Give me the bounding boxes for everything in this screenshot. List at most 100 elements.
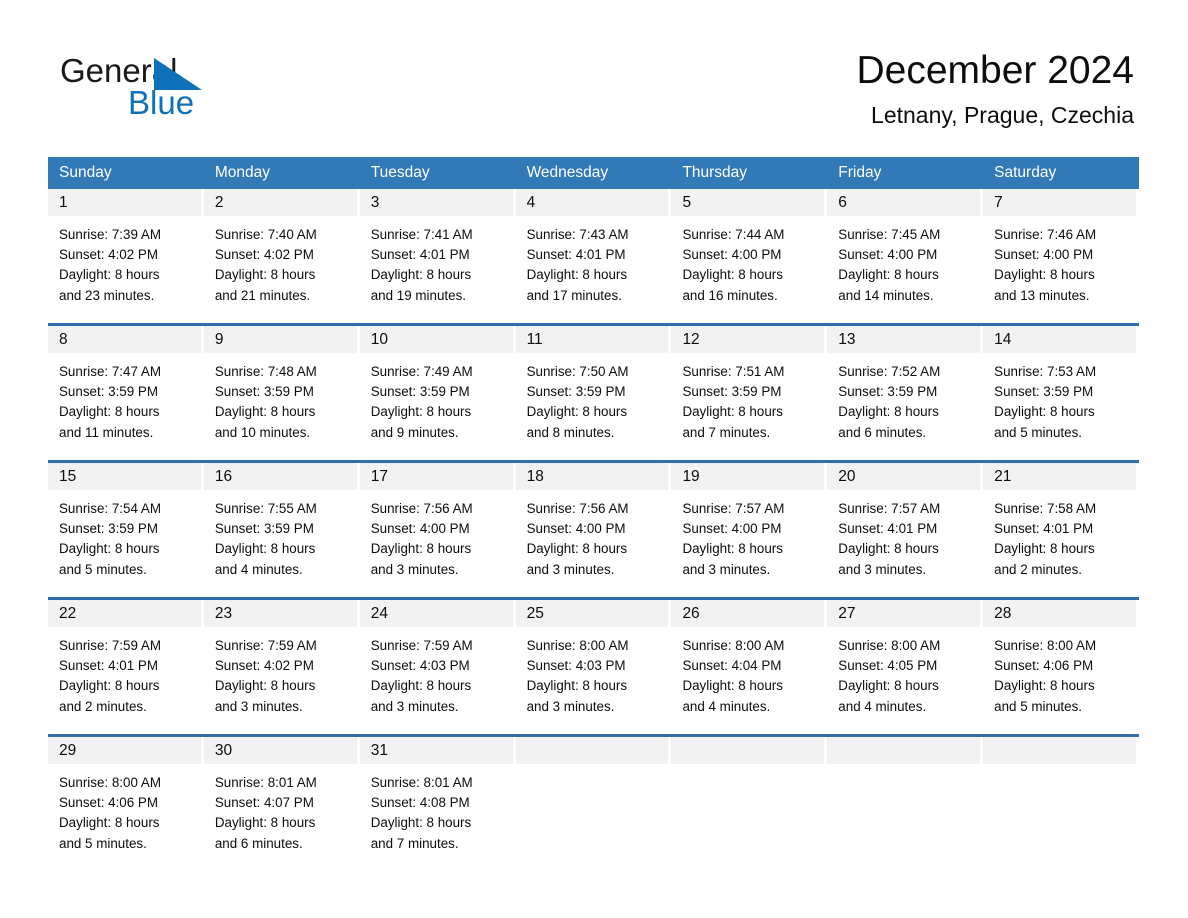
day-cell[interactable]: 11 Sunrise: 7:50 AM Sunset: 3:59 PM Dayl… bbox=[515, 326, 672, 448]
day-number: 29 bbox=[59, 742, 77, 759]
sunrise-text: Sunrise: 7:49 AM bbox=[370, 364, 473, 379]
sunrise-text: Sunrise: 7:55 AM bbox=[214, 501, 317, 516]
day-cell[interactable]: 31 Sunrise: 8:01 AM Sunset: 4:08 PM Dayl… bbox=[359, 737, 516, 859]
day-cell[interactable]: 26 Sunrise: 8:00 AM Sunset: 4:04 PM Dayl… bbox=[671, 600, 827, 722]
day-number-band bbox=[983, 737, 1137, 764]
day-cell[interactable]: 23 Sunrise: 7:59 AM Sunset: 4:02 PM Dayl… bbox=[203, 600, 360, 722]
location-subtitle: Letnany, Prague, Czechia bbox=[871, 102, 1134, 128]
day-details: Sunrise: 8:00 AM Sunset: 4:06 PM Dayligh… bbox=[983, 627, 1139, 722]
sunset-text: Sunset: 4:01 PM bbox=[59, 658, 158, 674]
day-details bbox=[827, 764, 983, 859]
day-number: 14 bbox=[994, 331, 1012, 348]
day-cell[interactable]: 1 Sunrise: 7:39 AM Sunset: 4:02 PM Dayli… bbox=[48, 189, 204, 311]
day-cell[interactable]: 4 Sunrise: 7:43 AM Sunset: 4:01 PM Dayli… bbox=[515, 189, 672, 311]
day-cell[interactable]: 3 Sunrise: 7:41 AM Sunset: 4:01 PM Dayli… bbox=[359, 189, 516, 311]
sunrise-text: Sunrise: 8:01 AM bbox=[370, 775, 473, 790]
day-cell[interactable]: 2 Sunrise: 7:40 AM Sunset: 4:02 PM Dayli… bbox=[203, 189, 360, 311]
day-details: Sunrise: 8:00 AM Sunset: 4:04 PM Dayligh… bbox=[671, 627, 827, 722]
sunrise-text: Sunrise: 8:00 AM bbox=[526, 638, 629, 653]
week-row: 15 Sunrise: 7:54 AM Sunset: 3:59 PM Dayl… bbox=[48, 460, 1139, 585]
day-number-band: 10 bbox=[359, 326, 513, 353]
sunset-text: Sunset: 3:59 PM bbox=[370, 384, 470, 400]
title-block: December 2024 Letnany, Prague, Czechia bbox=[857, 46, 1135, 130]
daylight-text-line1: Daylight: 8 hours bbox=[59, 541, 160, 557]
day-cell[interactable]: 21 Sunrise: 7:58 AM Sunset: 4:01 PM Dayl… bbox=[983, 463, 1139, 585]
day-number-band bbox=[827, 737, 981, 764]
daylight-text-line2: and 16 minutes. bbox=[682, 287, 778, 303]
day-details: Sunrise: 8:00 AM Sunset: 4:05 PM Dayligh… bbox=[827, 627, 983, 722]
sunrise-text: Sunrise: 7:57 AM bbox=[838, 501, 941, 516]
daylight-text-line1: Daylight: 8 hours bbox=[370, 678, 472, 694]
day-cell[interactable]: 15 Sunrise: 7:54 AM Sunset: 3:59 PM Dayl… bbox=[48, 463, 204, 585]
day-cell[interactable]: 10 Sunrise: 7:49 AM Sunset: 3:59 PM Dayl… bbox=[359, 326, 516, 448]
daylight-text-line2: and 9 minutes. bbox=[370, 424, 459, 440]
day-cell[interactable]: 7 Sunrise: 7:46 AM Sunset: 4:00 PM Dayli… bbox=[983, 189, 1139, 311]
daylight-text-line1: Daylight: 8 hours bbox=[59, 267, 160, 283]
sunset-text: Sunset: 4:00 PM bbox=[682, 247, 782, 263]
daylight-text-line1: Daylight: 8 hours bbox=[526, 678, 628, 694]
day-cell[interactable]: 18 Sunrise: 7:56 AM Sunset: 4:00 PM Dayl… bbox=[515, 463, 672, 585]
day-number-band: 26 bbox=[671, 600, 825, 627]
day-details: Sunrise: 7:59 AM Sunset: 4:01 PM Dayligh… bbox=[48, 627, 204, 722]
daylight-text-line2: and 3 minutes. bbox=[214, 698, 303, 714]
day-cell[interactable]: 9 Sunrise: 7:48 AM Sunset: 3:59 PM Dayli… bbox=[203, 326, 360, 448]
day-cell[interactable]: 27 Sunrise: 8:00 AM Sunset: 4:05 PM Dayl… bbox=[827, 600, 983, 722]
day-cell[interactable]: 30 Sunrise: 8:01 AM Sunset: 4:07 PM Dayl… bbox=[203, 737, 360, 859]
daylight-text-line2: and 3 minutes. bbox=[682, 561, 771, 577]
daylight-text-line1: Daylight: 8 hours bbox=[214, 815, 316, 831]
day-number-band: 5 bbox=[671, 189, 825, 216]
daylight-text-line1: Daylight: 8 hours bbox=[994, 541, 1095, 557]
sunrise-text: Sunrise: 7:45 AM bbox=[838, 227, 941, 242]
day-cell-empty bbox=[671, 737, 827, 859]
day-cell[interactable]: 6 Sunrise: 7:45 AM Sunset: 4:00 PM Dayli… bbox=[827, 189, 983, 311]
day-cell[interactable]: 16 Sunrise: 7:55 AM Sunset: 3:59 PM Dayl… bbox=[203, 463, 360, 585]
day-number: 24 bbox=[370, 605, 388, 622]
sunset-text: Sunset: 3:59 PM bbox=[59, 521, 158, 537]
day-number-band: 25 bbox=[515, 600, 669, 627]
day-number-band: 15 bbox=[48, 463, 201, 490]
daylight-text-line1: Daylight: 8 hours bbox=[994, 267, 1095, 283]
day-cell[interactable]: 12 Sunrise: 7:51 AM Sunset: 3:59 PM Dayl… bbox=[671, 326, 827, 448]
weekday-header-row: Sunday Monday Tuesday Wednesday Thursday… bbox=[48, 157, 1139, 189]
sunset-text: Sunset: 3:59 PM bbox=[838, 384, 938, 400]
day-cell[interactable]: 20 Sunrise: 7:57 AM Sunset: 4:01 PM Dayl… bbox=[827, 463, 983, 585]
day-cell[interactable]: 19 Sunrise: 7:57 AM Sunset: 4:00 PM Dayl… bbox=[671, 463, 827, 585]
day-number: 30 bbox=[214, 742, 233, 759]
day-number: 1 bbox=[59, 194, 68, 211]
day-cell[interactable]: 5 Sunrise: 7:44 AM Sunset: 4:00 PM Dayli… bbox=[671, 189, 827, 311]
day-cell[interactable]: 8 Sunrise: 7:47 AM Sunset: 3:59 PM Dayli… bbox=[48, 326, 204, 448]
day-cell[interactable]: 13 Sunrise: 7:52 AM Sunset: 3:59 PM Dayl… bbox=[827, 326, 983, 448]
day-cell[interactable]: 29 Sunrise: 8:00 AM Sunset: 4:06 PM Dayl… bbox=[48, 737, 204, 859]
day-cell-empty bbox=[515, 737, 672, 859]
day-number: 11 bbox=[526, 331, 543, 348]
sunset-text: Sunset: 4:02 PM bbox=[214, 658, 314, 674]
daylight-text-line1: Daylight: 8 hours bbox=[682, 404, 783, 420]
week-row: 8 Sunrise: 7:47 AM Sunset: 3:59 PM Dayli… bbox=[48, 323, 1139, 448]
day-number: 25 bbox=[526, 605, 544, 622]
daylight-text-line1: Daylight: 8 hours bbox=[526, 267, 628, 283]
sunset-text: Sunset: 4:01 PM bbox=[526, 247, 626, 263]
day-cell[interactable]: 22 Sunrise: 7:59 AM Sunset: 4:01 PM Dayl… bbox=[48, 600, 204, 722]
sunrise-text: Sunrise: 8:00 AM bbox=[838, 638, 941, 653]
day-cell[interactable]: 24 Sunrise: 7:59 AM Sunset: 4:03 PM Dayl… bbox=[359, 600, 516, 722]
daylight-text-line1: Daylight: 8 hours bbox=[370, 541, 472, 557]
sunset-text: Sunset: 4:03 PM bbox=[526, 658, 626, 674]
daylight-text-line2: and 5 minutes. bbox=[994, 424, 1082, 440]
day-cell[interactable]: 25 Sunrise: 8:00 AM Sunset: 4:03 PM Dayl… bbox=[515, 600, 672, 722]
weekday-header-friday: Friday bbox=[838, 164, 882, 181]
week-row: 1 Sunrise: 7:39 AM Sunset: 4:02 PM Dayli… bbox=[48, 189, 1139, 311]
day-cell[interactable]: 17 Sunrise: 7:56 AM Sunset: 4:00 PM Dayl… bbox=[359, 463, 516, 585]
weekday-header-tuesday: Tuesday bbox=[370, 164, 430, 181]
daylight-text-line2: and 2 minutes. bbox=[59, 698, 147, 714]
sunset-text: Sunset: 4:01 PM bbox=[370, 247, 470, 263]
day-cell[interactable]: 28 Sunrise: 8:00 AM Sunset: 4:06 PM Dayl… bbox=[983, 600, 1139, 722]
day-cell[interactable]: 14 Sunrise: 7:53 AM Sunset: 3:59 PM Dayl… bbox=[983, 326, 1139, 448]
sunset-text: Sunset: 4:05 PM bbox=[838, 658, 938, 674]
page-header: General Blue December 2024 Letnany, Prag… bbox=[0, 0, 1188, 155]
sunrise-text: Sunrise: 7:44 AM bbox=[682, 227, 785, 242]
weekday-header-saturday: Saturday bbox=[994, 164, 1057, 181]
sunset-text: Sunset: 4:02 PM bbox=[59, 247, 158, 263]
daylight-text-line2: and 3 minutes. bbox=[370, 561, 459, 577]
day-details: Sunrise: 7:45 AM Sunset: 4:00 PM Dayligh… bbox=[827, 216, 983, 311]
daylight-text-line1: Daylight: 8 hours bbox=[682, 267, 783, 283]
